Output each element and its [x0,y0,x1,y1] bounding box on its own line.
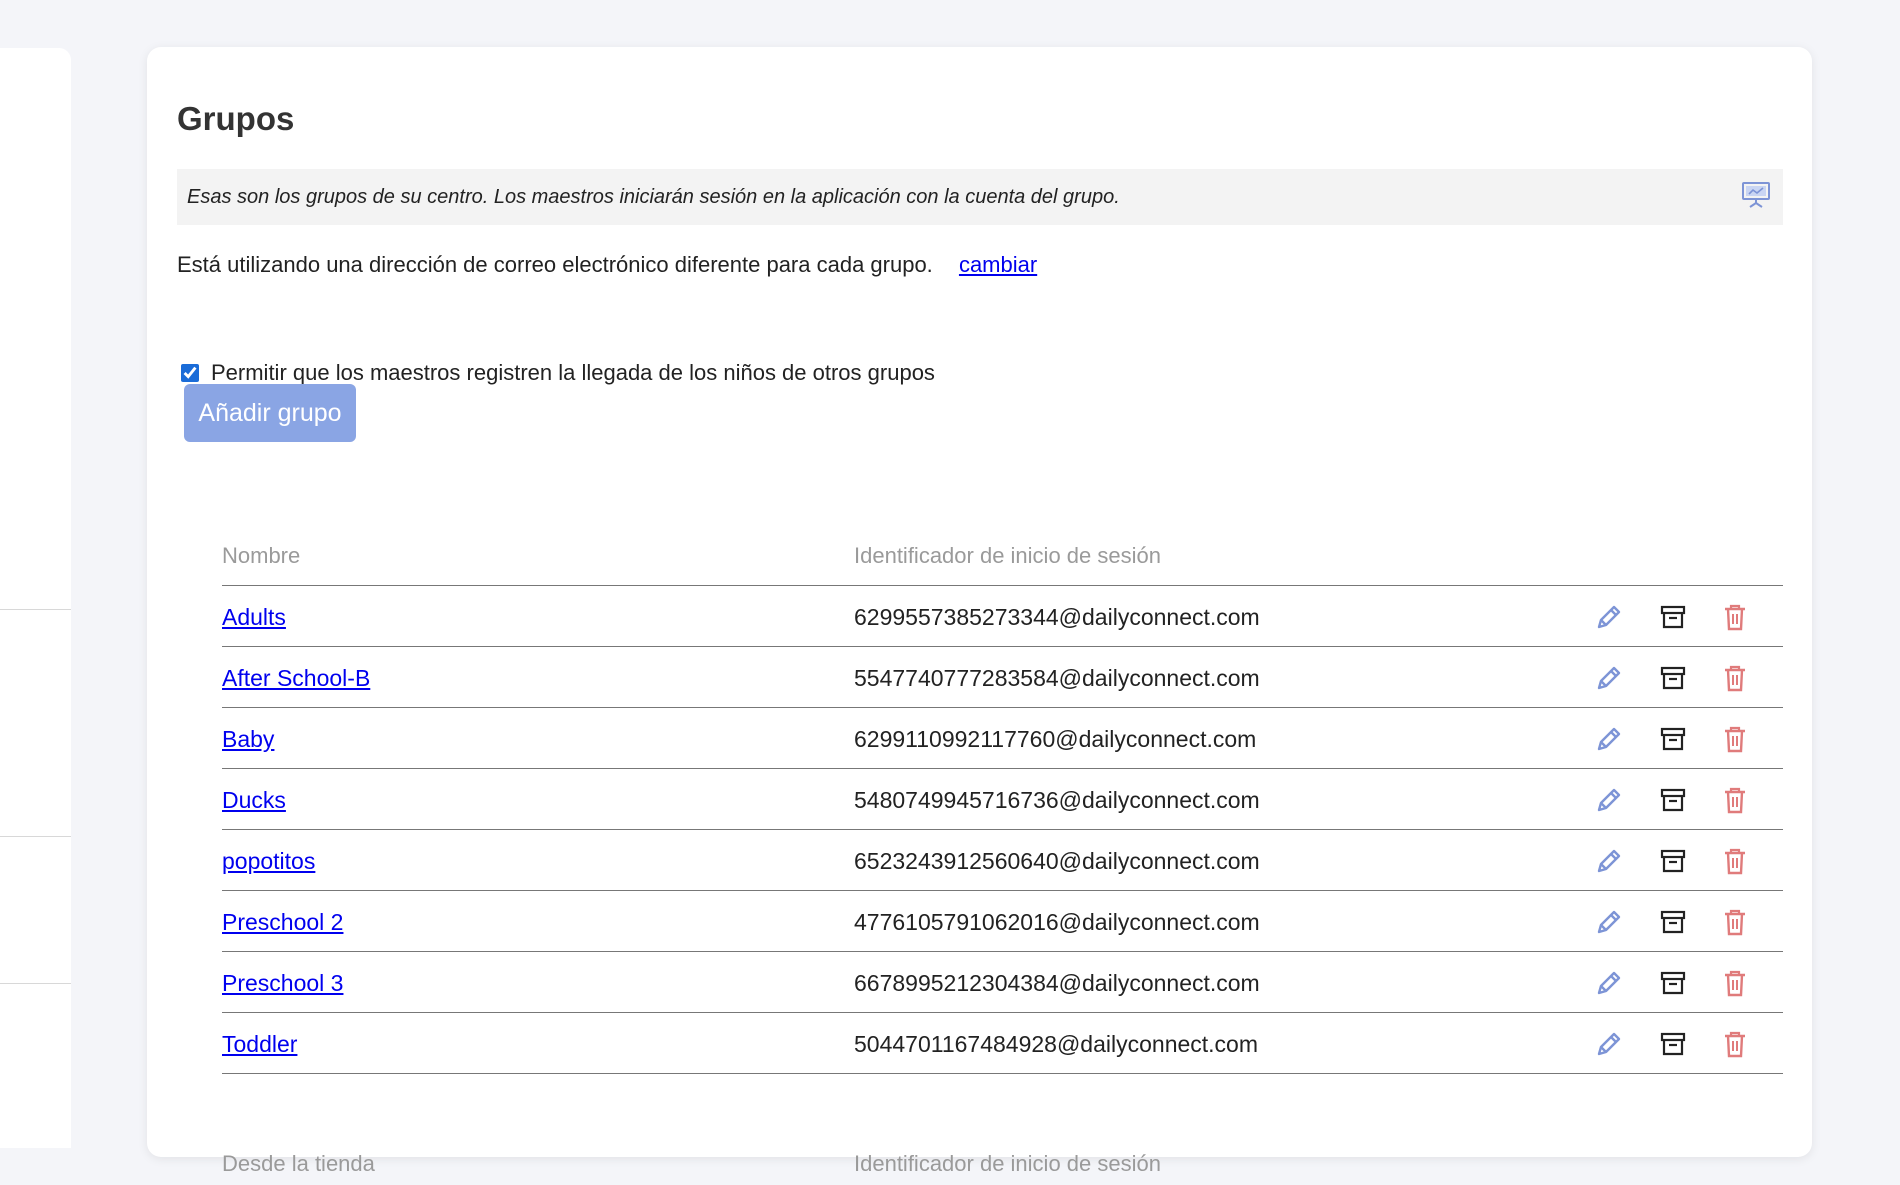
group-name-link[interactable]: Toddler [222,1031,297,1058]
group-name-link[interactable]: Baby [222,726,274,753]
allow-other-groups-row: Permitir que los maestros registren la l… [181,360,935,386]
trash-icon[interactable] [1720,785,1750,815]
group-login-id: 6678995212304384@dailyconnect.com [854,970,1260,996]
group-name-link[interactable]: Preschool 3 [222,970,343,997]
groups-table: Nombre Identificador de inicio de sesión… [222,535,1783,1074]
trash-icon[interactable] [1720,907,1750,937]
info-text: Esas son los grupos de su centro. Los ma… [187,186,1120,208]
trash-icon[interactable] [1720,724,1750,754]
group-login-id: 5480749945716736@dailyconnect.com [854,787,1260,813]
group-login-id: 6299557385273344@dailyconnect.com [854,604,1260,630]
sidebar-divider [0,836,71,837]
column-header-login: Identificador de inicio de sesión [854,543,1161,568]
table-row: Preschool 3 6678995212304384@dailyconnect… [222,952,1783,1013]
allow-other-groups-label: Permitir que los maestros registren la l… [211,360,935,385]
pencil-icon[interactable] [1594,907,1624,937]
pencil-icon[interactable] [1594,968,1624,998]
table-row: popotitos 6523243912560640@dailyconnect.c… [222,830,1783,891]
archive-icon[interactable] [1658,907,1688,937]
group-login-id: 4776105791062016@dailyconnect.com [854,909,1260,935]
table-row: Baby 6299110992117760@dailyconnect.com [222,708,1783,769]
info-banner: Esas son los grupos de su centro. Los ma… [177,169,1783,225]
column-header-store-login: Identificador de inicio de sesión [854,1151,1161,1176]
table-row: Preschool 2 4776105791062016@dailyconnect… [222,891,1783,952]
pencil-icon[interactable] [1594,602,1624,632]
archive-icon[interactable] [1658,602,1688,632]
column-header-name: Nombre [222,543,301,568]
left-sidebar-panel [0,48,71,1148]
column-header-store: Desde la tienda [222,1151,375,1176]
page-title: Grupos [177,100,295,137]
group-name-link[interactable]: Preschool 2 [222,909,343,936]
table-row: Ducks 5480749945716736@dailyconnect.com [222,769,1783,830]
pencil-icon[interactable] [1594,1029,1624,1059]
archive-icon[interactable] [1658,785,1688,815]
archive-icon[interactable] [1658,663,1688,693]
pencil-icon[interactable] [1594,846,1624,876]
group-name-link[interactable]: Adults [222,604,286,631]
trash-icon[interactable] [1720,663,1750,693]
pencil-icon[interactable] [1594,785,1624,815]
store-table-header: Desde la tienda Identificador de inicio … [222,1151,1783,1185]
email-notice-text: Está utilizando una dirección de correo … [177,252,933,277]
allow-other-groups-checkbox[interactable] [181,364,199,382]
pencil-icon[interactable] [1594,663,1624,693]
archive-icon[interactable] [1658,1029,1688,1059]
sidebar-divider [0,983,71,984]
groups-card: Grupos Esas son los grupos de su centro.… [147,47,1812,1176]
group-name-link[interactable]: Ducks [222,787,286,814]
group-login-id: 5547740777283584@dailyconnect.com [854,665,1260,691]
group-name-link[interactable]: After School-B [222,665,370,692]
trash-icon[interactable] [1720,1029,1750,1059]
trash-icon[interactable] [1720,968,1750,998]
table-row: Adults 6299557385273344@dailyconnect.com [222,586,1783,647]
pencil-icon[interactable] [1594,724,1624,754]
archive-icon[interactable] [1658,724,1688,754]
archive-icon[interactable] [1658,968,1688,998]
trash-icon[interactable] [1720,846,1750,876]
table-row: After School-B 5547740777283584@dailyconn… [222,647,1783,708]
archive-icon[interactable] [1658,846,1688,876]
table-row: Toddler 5044701167484928@dailyconnect.com [222,1013,1783,1074]
group-login-id: 6523243912560640@dailyconnect.com [854,848,1260,874]
sidebar-divider [0,609,71,610]
change-email-link[interactable]: cambiar [959,252,1037,277]
email-notice: Está utilizando una dirección de correo … [177,252,1037,278]
presentation-icon[interactable] [1741,181,1771,209]
add-group-button[interactable]: Añadir grupo [184,384,356,442]
groups-table-body: Adults 6299557385273344@dailyconnect.com A… [222,586,1783,1074]
group-login-id: 5044701167484928@dailyconnect.com [854,1031,1259,1057]
groups-table-header: Nombre Identificador de inicio de sesión [222,535,1783,586]
group-login-id: 6299110992117760@dailyconnect.com [854,726,1257,752]
trash-icon[interactable] [1720,602,1750,632]
group-name-link[interactable]: popotitos [222,848,315,875]
